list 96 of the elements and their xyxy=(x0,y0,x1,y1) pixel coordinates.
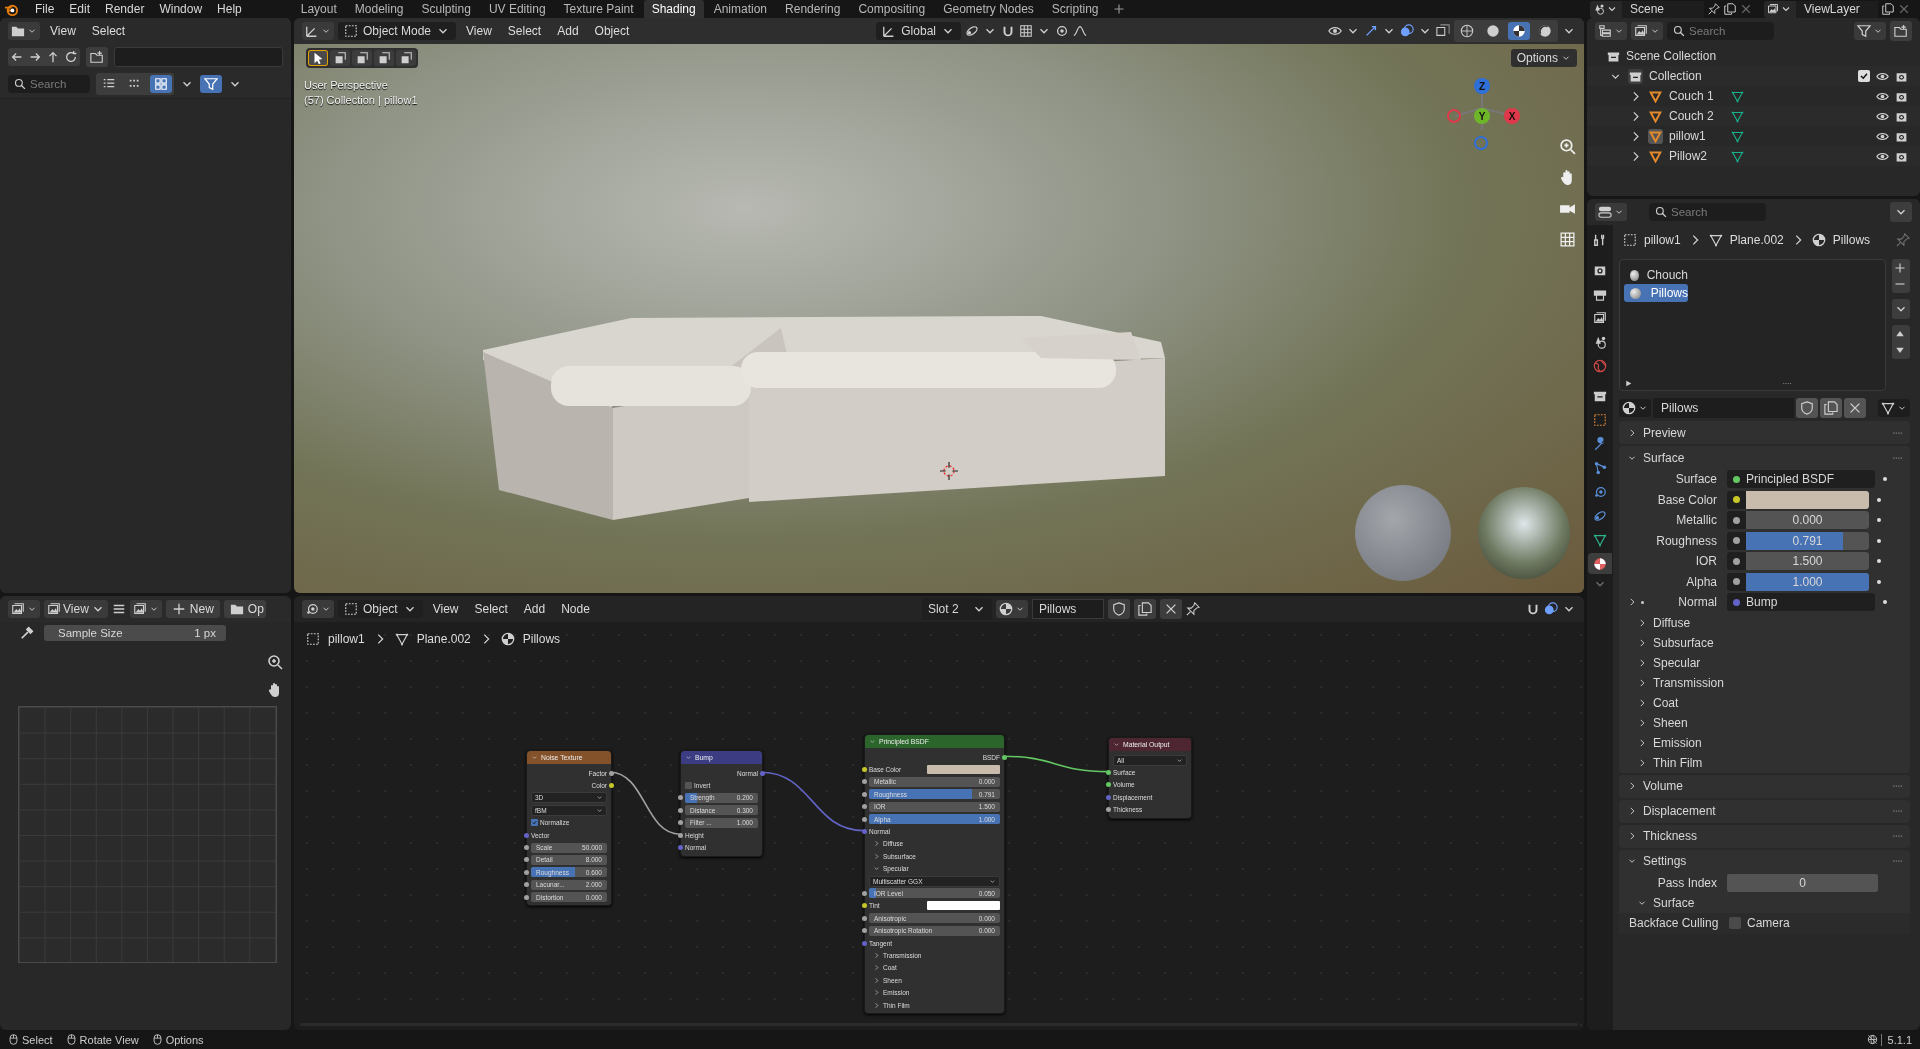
axis-handle[interactable]: Y xyxy=(1474,108,1490,124)
tree-item[interactable]: Scene Collection xyxy=(1626,49,1717,63)
checkbox-label: Camera xyxy=(1747,916,1790,931)
object-dropdown[interactable]: Object xyxy=(338,600,423,618)
subpanel-header[interactable]: Subsurface xyxy=(1619,632,1910,653)
field-label: Surface xyxy=(1675,472,1717,487)
list-item[interactable]: Pillows xyxy=(1624,284,1688,302)
menu-item[interactable]: View xyxy=(426,602,465,616)
workspace-tab[interactable]: Geometry Nodes xyxy=(935,0,1042,18)
value-slider[interactable]: 0.000 xyxy=(1746,511,1869,530)
subpanel-header[interactable]: Emission xyxy=(1619,732,1910,753)
breadcrumb[interactable]: Plane.002 xyxy=(1729,233,1784,247)
status-hint: Options xyxy=(165,1033,204,1046)
workspace-tab[interactable]: Animation xyxy=(705,0,776,18)
menu-item[interactable]: File xyxy=(31,2,64,16)
workspace-tab[interactable]: Scripting xyxy=(1043,0,1107,18)
field-label: Base Color xyxy=(1657,492,1717,507)
field-label: Backface Culling xyxy=(1629,916,1719,931)
version-text: 5.1.1 xyxy=(1880,1033,1912,1046)
panel-header[interactable]: Volume xyxy=(1619,774,1910,798)
workspace-tab[interactable]: Texture Paint xyxy=(555,0,642,18)
tree-item[interactable]: Collection xyxy=(1649,69,1702,83)
open-image-button[interactable]: Op xyxy=(223,600,266,618)
tree-item[interactable]: Pillow2 xyxy=(1669,149,1725,163)
list-item[interactable]: Chouch xyxy=(1624,266,1688,284)
menu-item[interactable]: Window xyxy=(155,2,212,16)
field-label: Normal xyxy=(1678,595,1717,610)
subpanel-header[interactable]: Thin Film xyxy=(1619,752,1910,773)
axis-handle[interactable]: X xyxy=(1504,108,1520,124)
axis-handle[interactable]: Z xyxy=(1474,78,1490,94)
panel-header[interactable]: Settings xyxy=(1619,849,1910,873)
status-hint: Select xyxy=(22,1033,53,1046)
options-button[interactable]: Options xyxy=(1510,49,1577,67)
breadcrumb[interactable]: Pillows xyxy=(522,632,561,646)
new-image-button[interactable]: New xyxy=(165,600,220,618)
field-label: Metallic xyxy=(1676,513,1717,528)
material-name-field[interactable]: Pillows xyxy=(1653,398,1794,418)
subpanel-header[interactable]: Surface xyxy=(1619,893,1910,913)
menu-item[interactable]: Render xyxy=(101,2,154,16)
workspace-tab[interactable]: Layout xyxy=(292,0,345,18)
link-field[interactable]: Bump xyxy=(1746,595,1778,610)
material-name-field[interactable]: Pillows xyxy=(1031,599,1104,619)
workspace-tab[interactable]: Compositing xyxy=(850,0,934,18)
menu-item[interactable]: Edit xyxy=(65,2,100,16)
scene-selector[interactable]: Scene xyxy=(1590,0,1704,18)
viewport-info-text: (57) Collection | pillow1 xyxy=(304,93,418,108)
sample-size-field[interactable]: Sample Size 1 px xyxy=(44,625,226,641)
tree-item[interactable]: pillow1 xyxy=(1669,129,1725,143)
breadcrumb[interactable]: pillow1 xyxy=(328,632,365,646)
workspace-tab[interactable]: Sculpting xyxy=(413,0,479,18)
menu-item[interactable]: Select xyxy=(468,602,514,616)
subpanel-header[interactable]: Coat xyxy=(1619,692,1910,713)
viewport-info-text: User Perspective xyxy=(304,78,389,93)
workspace-tab[interactable]: Modeling xyxy=(346,0,412,18)
search-field[interactable]: Search xyxy=(1667,22,1774,40)
menu-item[interactable]: Add xyxy=(551,24,585,38)
field-label: Roughness xyxy=(1656,533,1717,548)
menu-item[interactable]: View xyxy=(44,24,82,38)
tree-item[interactable]: Couch 1 xyxy=(1669,89,1725,103)
search-field[interactable]: Search xyxy=(8,75,90,93)
menu-item[interactable]: View xyxy=(460,24,498,38)
menu-item[interactable]: Object xyxy=(588,24,636,38)
panel-header[interactable]: Surface xyxy=(1619,446,1910,469)
subpanel-header[interactable]: Transmission xyxy=(1619,672,1910,693)
field-label: Pass Index xyxy=(1657,875,1717,890)
subpanel-header[interactable]: Sheen xyxy=(1619,712,1910,733)
breadcrumb[interactable]: Pillows xyxy=(1832,233,1871,247)
workspace-tab[interactable]: Shading xyxy=(643,0,704,18)
menu-item[interactable]: Help xyxy=(213,2,251,16)
value-slider[interactable]: 1.000 xyxy=(1746,572,1869,591)
breadcrumb[interactable]: pillow1 xyxy=(1644,233,1681,247)
number-field[interactable]: 1.500 xyxy=(1746,552,1869,571)
tree-item[interactable]: Couch 2 xyxy=(1669,109,1725,123)
breadcrumb[interactable]: Plane.002 xyxy=(416,632,471,646)
status-hint: Rotate View xyxy=(79,1033,139,1046)
value-slider[interactable]: 0.791 xyxy=(1746,531,1869,550)
menu-item[interactable]: Select xyxy=(501,24,548,38)
orientation-dropdown[interactable]: Global xyxy=(876,22,961,40)
panel-header[interactable]: Thickness xyxy=(1619,824,1910,848)
panel-header[interactable]: Displacement xyxy=(1619,799,1910,823)
panel-header[interactable]: Preview xyxy=(1619,421,1910,444)
field-label: Alpha xyxy=(1686,574,1717,589)
subpanel-header[interactable]: Diffuse xyxy=(1619,612,1910,633)
menu-item[interactable]: Add xyxy=(517,602,552,616)
field-label: IOR xyxy=(1695,554,1717,569)
view-layer-selector[interactable]: ViewLayer xyxy=(1764,0,1878,18)
workspace-tab[interactable]: Rendering xyxy=(777,0,849,18)
number-field[interactable]: 0 xyxy=(1727,873,1878,892)
menu-item[interactable]: Node xyxy=(555,602,596,616)
view-menu[interactable]: View xyxy=(44,600,108,618)
search-field[interactable]: Search xyxy=(1649,203,1766,221)
mode-dropdown[interactable]: Object Mode xyxy=(338,22,457,40)
subpanel-header[interactable]: Specular xyxy=(1619,652,1910,673)
slot-dropdown[interactable]: Slot 2 xyxy=(921,598,992,620)
menu-item[interactable]: Select xyxy=(85,24,132,38)
workspace-tab[interactable]: UV Editing xyxy=(480,0,554,18)
